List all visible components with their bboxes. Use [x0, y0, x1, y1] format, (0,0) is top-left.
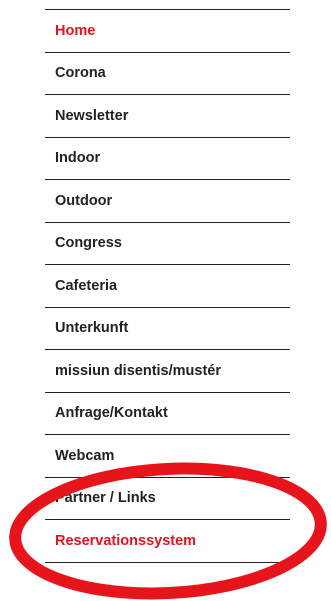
nav-item-congress[interactable]: Congress	[45, 223, 290, 265]
nav-item-label: Webcam	[55, 447, 115, 464]
nav-item-label: Home	[55, 22, 96, 39]
nav-item-unterkunft[interactable]: Unterkunft	[45, 308, 290, 350]
page: Home Corona Newsletter Indoor Outdoor Co…	[0, 0, 331, 601]
nav-item-partner-links[interactable]: Partner / Links	[45, 478, 290, 520]
main-navigation: Home Corona Newsletter Indoor Outdoor Co…	[45, 9, 290, 563]
nav-item-corona[interactable]: Corona	[45, 53, 290, 95]
nav-item-label: Indoor	[55, 150, 101, 167]
nav-item-anfrage-kontakt[interactable]: Anfrage/Kontakt	[45, 393, 290, 435]
nav-item-home[interactable]: Home	[45, 10, 290, 53]
nav-item-cafeteria[interactable]: Cafeteria	[45, 265, 290, 308]
nav-item-label: Congress	[55, 235, 122, 252]
nav-item-missiun[interactable]: missiun disentis/mustér	[45, 350, 290, 393]
nav-item-newsletter[interactable]: Newsletter	[45, 95, 290, 138]
nav-item-label: missiun disentis/mustér	[55, 362, 221, 379]
nav-item-label: Reservationssystem	[55, 532, 197, 549]
nav-item-reservationssystem[interactable]: Reservationssystem	[45, 520, 290, 563]
nav-item-label: Partner / Links	[55, 490, 156, 507]
nav-item-label: Cafeteria	[55, 277, 118, 294]
nav-item-label: Unterkunft	[55, 320, 129, 337]
nav-item-indoor[interactable]: Indoor	[45, 138, 290, 180]
nav-item-label: Newsletter	[55, 107, 129, 124]
nav-item-label: Anfrage/Kontakt	[55, 405, 168, 422]
nav-item-webcam[interactable]: Webcam	[45, 435, 290, 478]
nav-item-label: Corona	[55, 65, 106, 82]
nav-item-label: Outdoor	[55, 192, 113, 209]
nav-item-outdoor[interactable]: Outdoor	[45, 180, 290, 223]
